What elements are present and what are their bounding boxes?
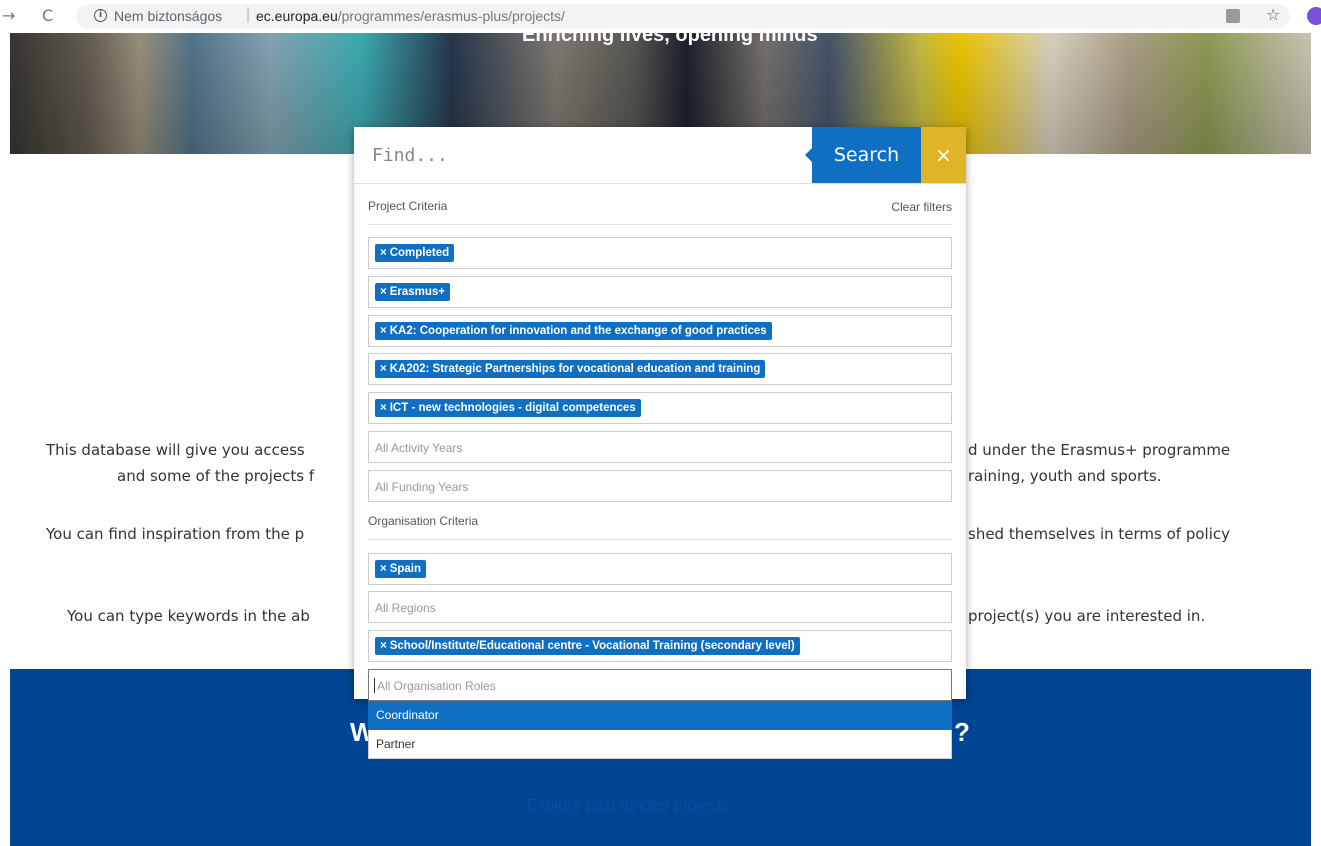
intro-text-line1-right: d under the Erasmus+ programme xyxy=(968,441,1231,459)
filter-tag-programme[interactable]: × Erasmus+ xyxy=(375,283,451,301)
security-status[interactable]: Nem biztonságos xyxy=(114,8,222,24)
organisation-roles-placeholder: All Organisation Roles xyxy=(377,679,496,693)
clear-filters-link[interactable]: Clear filters xyxy=(891,200,952,214)
filter-panel: Project Criteria Clear filters × Complete… xyxy=(354,183,966,701)
dropdown-option-coordinator[interactable]: Coordinator xyxy=(368,701,952,730)
tag-label: School/Institute/Educational centre - Vo… xyxy=(389,640,795,652)
filter-tag-action[interactable]: × KA2: Cooperation for innovation and the… xyxy=(375,322,772,340)
regions-placeholder: All Regions xyxy=(375,601,436,615)
intro-text-line3-right: shed themselves in terms of policy xyxy=(968,525,1231,543)
remove-tag-icon[interactable]: × xyxy=(380,402,387,414)
filter-tag-status[interactable]: × Completed xyxy=(375,244,455,262)
organisation-roles-filter[interactable]: All Organisation Roles xyxy=(368,669,952,701)
filter-tag-organisation-type[interactable]: × School/Institute/Educational centre - V… xyxy=(375,637,800,655)
tag-label: KA202: Strategic Partnerships for vocati… xyxy=(389,363,761,375)
organisation-criteria-title: Organisation Criteria xyxy=(368,514,479,528)
tag-label: KA2: Cooperation for innovation and the … xyxy=(389,325,767,337)
action-type-filter[interactable]: × KA202: Strategic Partnerships for vocat… xyxy=(368,353,952,385)
intro-text-line2-right: raining, youth and sports. xyxy=(968,467,1162,485)
intro-text-line1-left: This database will give you access xyxy=(46,441,305,459)
tag-label: ICT - new technologies - digital compete… xyxy=(389,402,636,414)
close-icon[interactable]: × xyxy=(921,127,966,183)
filter-tag-country[interactable]: × Spain xyxy=(375,560,427,578)
status-filter[interactable]: × Completed xyxy=(368,237,952,269)
remove-tag-icon[interactable]: × xyxy=(380,563,387,575)
url-text[interactable]: ec.europa.eu/programmes/erasmus-plus/pro… xyxy=(256,8,565,24)
intro-text-line4-left: You can type keywords in the ab xyxy=(67,607,310,625)
intro-text-line2-left: and some of the projects f xyxy=(117,467,315,485)
activity-years-placeholder: All Activity Years xyxy=(375,441,463,455)
profile-avatar-icon[interactable] xyxy=(1307,7,1321,25)
dropdown-option-partner[interactable]: Partner xyxy=(368,730,952,759)
forward-icon[interactable]: → xyxy=(2,6,15,25)
url-path: /programmes/erasmus-plus/projects/ xyxy=(337,8,565,24)
section-heading-end: ? xyxy=(954,717,970,747)
browser-toolbar: → C i Nem biztonságos | ec.europa.eu/pro… xyxy=(0,0,1321,33)
divider xyxy=(368,224,952,225)
reload-icon[interactable]: C xyxy=(42,6,53,25)
address-bar[interactable]: i Nem biztonságos | ec.europa.eu/program… xyxy=(76,4,1290,29)
tag-label: Spain xyxy=(389,563,422,575)
divider xyxy=(368,539,952,540)
section-subtitle: Explore past funded projects. xyxy=(527,797,735,814)
url-separator: | xyxy=(246,6,251,23)
hero-tagline: Enriching lives, opening minds xyxy=(522,33,818,46)
tag-label: Erasmus+ xyxy=(389,286,446,298)
filter-tag-action-type[interactable]: × KA202: Strategic Partnerships for vocat… xyxy=(375,360,766,378)
funding-years-placeholder: All Funding Years xyxy=(375,480,469,494)
remove-tag-icon[interactable]: × xyxy=(380,325,387,337)
activity-years-filter[interactable]: All Activity Years xyxy=(368,431,952,463)
intro-text-line3-left: You can find inspiration from the p xyxy=(46,525,305,543)
url-domain: ec.europa.eu xyxy=(256,8,338,24)
remove-tag-icon[interactable]: × xyxy=(380,640,387,652)
intro-text-line4-right: project(s) you are interested in. xyxy=(968,607,1206,625)
search-panel: Search × Project Criteria Clear filters … xyxy=(354,127,966,759)
filter-tag-topic[interactable]: × ICT - new technologies - digital compet… xyxy=(375,399,641,417)
country-filter[interactable]: × Spain xyxy=(368,553,952,585)
remove-tag-icon[interactable]: × xyxy=(380,363,387,375)
action-filter[interactable]: × KA2: Cooperation for innovation and the… xyxy=(368,315,952,347)
organisation-type-filter[interactable]: × School/Institute/Educational centre - V… xyxy=(368,630,952,662)
search-button[interactable]: Search xyxy=(805,127,921,183)
tag-label: Completed xyxy=(389,247,450,259)
project-criteria-title: Project Criteria xyxy=(368,199,448,213)
remove-tag-icon[interactable]: × xyxy=(380,247,387,259)
info-icon[interactable]: i xyxy=(94,9,107,22)
bookmark-star-icon[interactable]: ☆ xyxy=(1266,5,1280,24)
programme-filter[interactable]: × Erasmus+ xyxy=(368,276,952,308)
remove-tag-icon[interactable]: × xyxy=(380,286,387,298)
regions-filter[interactable]: All Regions xyxy=(368,591,952,623)
search-input[interactable] xyxy=(354,127,804,183)
organisation-roles-dropdown: Coordinator Partner xyxy=(368,701,952,759)
topic-filter[interactable]: × ICT - new technologies - digital compet… xyxy=(368,392,952,424)
funding-years-filter[interactable]: All Funding Years xyxy=(368,470,952,502)
translate-icon[interactable] xyxy=(1226,9,1240,23)
text-caret xyxy=(374,678,375,693)
